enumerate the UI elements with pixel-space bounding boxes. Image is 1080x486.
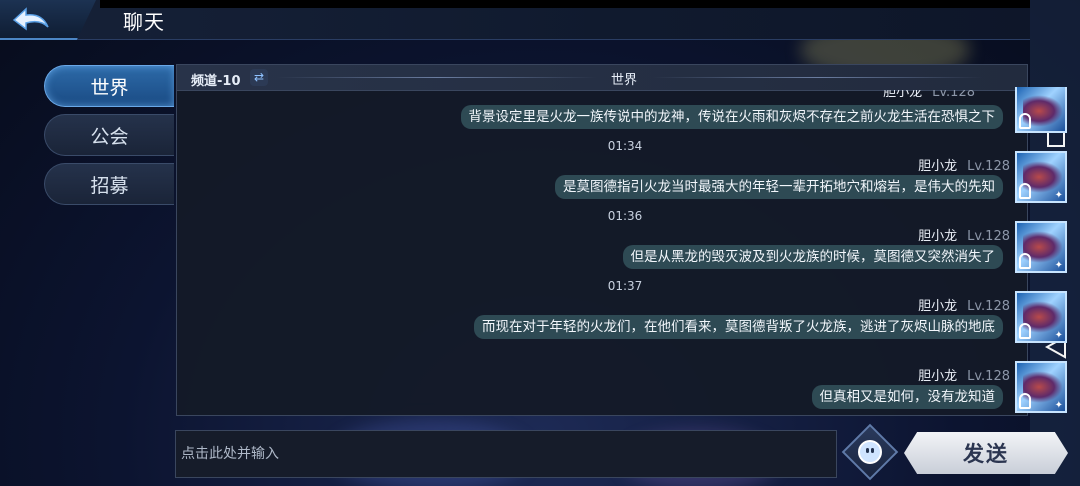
timestamp: 01:34 <box>607 139 643 153</box>
avatar[interactable]: ✦ <box>1015 361 1067 413</box>
channel-tabs: 世界 公会 招募 <box>44 65 174 212</box>
message-sender: 胆小龙 Lv.128 <box>918 229 1010 244</box>
avatar[interactable]: ✦ <box>1015 291 1067 343</box>
tab-guild[interactable]: 公会 <box>44 114 174 156</box>
avatar[interactable]: ✦ <box>1015 221 1067 273</box>
message-bubble: 而现在对于年轻的火龙们，在他们看来，莫图德背叛了火龙族，逃进了灰烬山脉的地底 <box>474 315 1003 339</box>
message-bubble: 但是从黑龙的毁灭波及到火龙族的时候，莫图德又突然消失了 <box>622 245 1003 269</box>
chat-input-box[interactable] <box>175 430 837 478</box>
channel-label: 频道-10 <box>191 74 241 89</box>
message-sender: 胆小龙 Lv.128 <box>918 159 1010 174</box>
message-bubble: 但真相又是如何，没有龙知道 <box>811 385 1003 409</box>
chat-panel[interactable]: 频道-10 ⇄ 世界 胆小龙 Lv.128 背景设定里是火龙一族传说中的龙神，传说… <box>176 64 1067 416</box>
page-title: 聊天 <box>123 10 165 34</box>
message-sender: 胆小龙 Lv.128 <box>918 369 1010 384</box>
chat-input[interactable] <box>176 431 836 477</box>
swap-channel-icon[interactable]: ⇄ <box>250 69 268 86</box>
send-button[interactable]: 发送 <box>904 432 1068 474</box>
message-sender: 胆小龙 Lv.128 <box>918 299 1010 314</box>
tab-recruit[interactable]: 招募 <box>44 163 174 205</box>
timestamp: 01:37 <box>607 279 643 293</box>
timestamp: 01:36 <box>607 209 643 223</box>
avatar[interactable] <box>1015 87 1067 133</box>
avatar[interactable]: ✦ <box>1015 151 1067 203</box>
emoji-icon[interactable] <box>858 440 882 464</box>
chat-header: 频道-10 ⇄ 世界 <box>177 65 1027 91</box>
chat-title: 世界 <box>611 73 638 88</box>
message-bubble: 背景设定里是火龙一族传说中的龙神，传说在火雨和灰烬不存在之前火龙生活在恐惧之下 <box>460 105 1003 129</box>
tab-world[interactable]: 世界 <box>44 65 174 107</box>
message-bubble: 是莫图德指引火龙当时最强大的年轻一辈开拓地穴和熔岩，是伟大的先知 <box>555 175 1003 199</box>
back-arrow-icon <box>12 7 49 31</box>
